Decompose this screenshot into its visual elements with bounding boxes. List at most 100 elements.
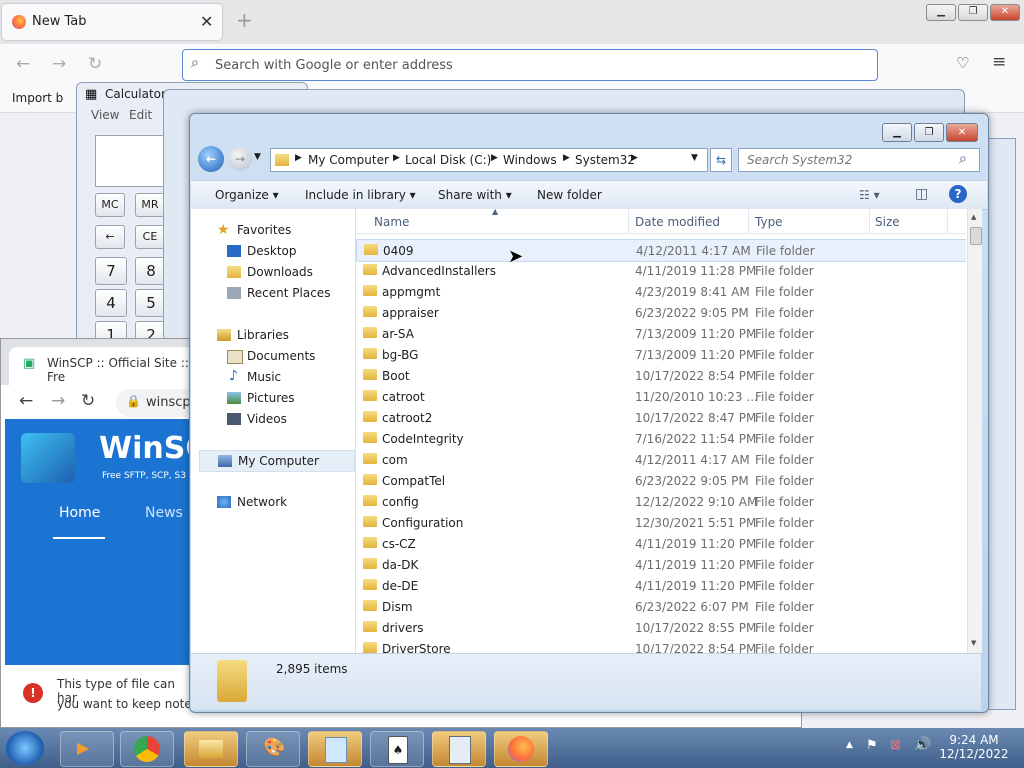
- close-window-button[interactable]: ✕: [990, 4, 1020, 21]
- back-arrow-icon[interactable]: ←: [16, 54, 30, 74]
- file-name: appmgmt: [382, 285, 441, 299]
- view-options-icon[interactable]: ☷ ▾: [859, 188, 880, 202]
- close-button[interactable]: ✕: [946, 123, 978, 142]
- table-row[interactable]: 0409 4/12/2011 4:17 AM File folder: [356, 239, 966, 262]
- menu-icon[interactable]: ≡: [992, 52, 1006, 72]
- new-folder-button[interactable]: New folder: [537, 188, 602, 202]
- table-row[interactable]: Dism 6/23/2022 6:07 PM File folder: [356, 596, 966, 617]
- scroll-up-icon[interactable]: ▲: [971, 213, 976, 221]
- volume-icon[interactable]: 🔊: [914, 737, 931, 753]
- table-row[interactable]: Boot 10/17/2022 8:54 PM File folder: [356, 365, 966, 386]
- table-row[interactable]: CompatTel 6/23/2022 9:05 PM File folder: [356, 470, 966, 491]
- address-bar[interactable]: ▶ My Computer ▶ Local Disk (C:) ▶ Window…: [270, 148, 708, 172]
- breadcrumb-system32[interactable]: System32: [575, 153, 635, 167]
- taskbar-notepad[interactable]: [308, 731, 362, 767]
- back-button[interactable]: ←: [198, 146, 224, 172]
- menu-view[interactable]: View: [91, 108, 119, 122]
- nav-pictures[interactable]: Pictures: [247, 391, 295, 405]
- table-row[interactable]: AdvancedInstallers 4/11/2019 11:28 PM File…: [356, 260, 966, 281]
- table-row[interactable]: DriverStore 10/17/2022 8:54 PM File folder: [356, 638, 966, 653]
- share-with-menu[interactable]: Share with ▾: [438, 188, 512, 202]
- import-bookmarks-link[interactable]: Import b: [12, 91, 63, 105]
- start-button[interactable]: [6, 731, 44, 765]
- taskbar-explorer[interactable]: [184, 731, 238, 767]
- taskbar-solitaire[interactable]: ♠: [370, 731, 424, 767]
- chrome-tab[interactable]: ▣ WinSCP :: Official Site :: Fre: [9, 347, 199, 385]
- vertical-scrollbar[interactable]: ▲ ▼: [967, 209, 982, 653]
- scrollbar-thumb[interactable]: [970, 227, 982, 245]
- include-in-library-menu[interactable]: Include in library ▾: [305, 188, 416, 202]
- back-arrow-icon[interactable]: ←: [19, 391, 33, 411]
- recent-pages-chevron-icon[interactable]: ▼: [254, 152, 261, 162]
- new-tab-icon[interactable]: +: [236, 8, 253, 32]
- show-hidden-icons[interactable]: ▲: [846, 740, 853, 750]
- refresh-icon[interactable]: ⇆: [710, 148, 732, 172]
- table-row[interactable]: da-DK 4/11/2019 11:20 PM File folder: [356, 554, 966, 575]
- address-dropdown-icon[interactable]: ▼: [691, 153, 698, 163]
- close-tab-icon[interactable]: ✕: [200, 12, 213, 31]
- nav-network[interactable]: Network: [237, 495, 287, 509]
- table-row[interactable]: CodeIntegrity 7/16/2022 11:54 PM File fold…: [356, 428, 966, 449]
- reload-icon[interactable]: ↻: [88, 54, 102, 74]
- menu-edit[interactable]: Edit: [129, 108, 152, 122]
- pocket-icon[interactable]: ♡: [956, 54, 969, 72]
- nav-music[interactable]: Music: [247, 370, 281, 384]
- libraries-header[interactable]: Libraries: [237, 328, 289, 342]
- firefox-tab[interactable]: New Tab ✕: [2, 4, 222, 40]
- table-row[interactable]: drivers 10/17/2022 8:55 PM File folder: [356, 617, 966, 638]
- nav-my-computer[interactable]: My Computer: [238, 454, 319, 468]
- mr-button[interactable]: MR: [135, 193, 165, 217]
- forward-arrow-icon[interactable]: →: [52, 54, 66, 74]
- system-clock[interactable]: 9:24 AM 12/12/2022: [934, 733, 1014, 761]
- ce-button[interactable]: CE: [135, 225, 165, 249]
- table-row[interactable]: com 4/12/2011 4:17 AM File folder: [356, 449, 966, 470]
- digit-7-button[interactable]: 7: [95, 257, 127, 285]
- minimize-button[interactable]: ▁: [926, 4, 956, 21]
- table-row[interactable]: catroot 11/20/2010 10:23 ... File folder: [356, 386, 966, 407]
- organize-menu[interactable]: Organize ▾: [215, 188, 279, 202]
- favorites-header[interactable]: Favorites: [237, 223, 291, 237]
- table-row[interactable]: catroot2 10/17/2022 8:47 PM File folder: [356, 407, 966, 428]
- taskbar-calculator[interactable]: [432, 731, 486, 767]
- nav-downloads[interactable]: Downloads: [247, 265, 313, 279]
- nav-desktop[interactable]: Desktop: [247, 244, 297, 258]
- help-icon[interactable]: ?: [949, 185, 967, 203]
- table-row[interactable]: appmgmt 4/23/2019 8:41 AM File folder: [356, 281, 966, 302]
- network-status-icon[interactable]: ⊠: [890, 738, 901, 753]
- backspace-button[interactable]: ←: [95, 225, 125, 249]
- taskbar-chrome[interactable]: [120, 731, 174, 767]
- scroll-down-icon[interactable]: ▼: [971, 639, 976, 647]
- mc-button[interactable]: MC: [95, 193, 125, 217]
- table-row[interactable]: Configuration 12/30/2021 5:51 PM File fold…: [356, 512, 966, 533]
- forward-arrow-icon[interactable]: →: [51, 391, 65, 411]
- table-row[interactable]: cs-CZ 4/11/2019 11:20 PM File folder: [356, 533, 966, 554]
- address-bar[interactable]: ⌕ Search with Google or enter address: [182, 49, 878, 81]
- reload-icon[interactable]: ↻: [81, 391, 95, 411]
- search-box[interactable]: Search System32 ⌕: [738, 148, 980, 172]
- restore-button[interactable]: ❐: [958, 4, 988, 21]
- table-row[interactable]: ar-SA 7/13/2009 11:20 PM File folder: [356, 323, 966, 344]
- minimize-button[interactable]: ▁: [882, 123, 912, 142]
- nav-home-link[interactable]: Home: [59, 505, 100, 521]
- file-name: ar-SA: [382, 327, 414, 341]
- preview-pane-icon[interactable]: ◫: [915, 186, 928, 202]
- action-center-icon[interactable]: ⚑: [866, 738, 878, 753]
- digit-4-button[interactable]: 4: [95, 289, 127, 317]
- table-row[interactable]: appraiser 6/23/2022 9:05 PM File folder: [356, 302, 966, 323]
- nav-recent-places[interactable]: Recent Places: [247, 286, 330, 300]
- nav-videos[interactable]: Videos: [247, 412, 287, 426]
- nav-news-link[interactable]: News: [145, 505, 183, 521]
- table-row[interactable]: bg-BG 7/13/2009 11:20 PM File folder: [356, 344, 966, 365]
- taskbar-firefox[interactable]: [494, 731, 548, 767]
- breadcrumb-my-computer[interactable]: My Computer: [308, 153, 389, 167]
- table-row[interactable]: config 12/12/2022 9:10 AM File folder: [356, 491, 966, 512]
- forward-button[interactable]: →: [228, 147, 252, 171]
- nav-documents[interactable]: Documents: [247, 349, 315, 363]
- nav-my-computer-highlight[interactable]: My Computer: [199, 450, 355, 472]
- taskbar-paint[interactable]: 🎨: [246, 731, 300, 767]
- taskbar-media-player[interactable]: ▶: [60, 731, 114, 767]
- maximize-button[interactable]: ❐: [914, 123, 944, 142]
- table-row[interactable]: de-DE 4/11/2019 11:20 PM File folder: [356, 575, 966, 596]
- breadcrumb-windows[interactable]: Windows: [503, 153, 557, 167]
- breadcrumb-local-disk[interactable]: Local Disk (C:): [405, 153, 491, 167]
